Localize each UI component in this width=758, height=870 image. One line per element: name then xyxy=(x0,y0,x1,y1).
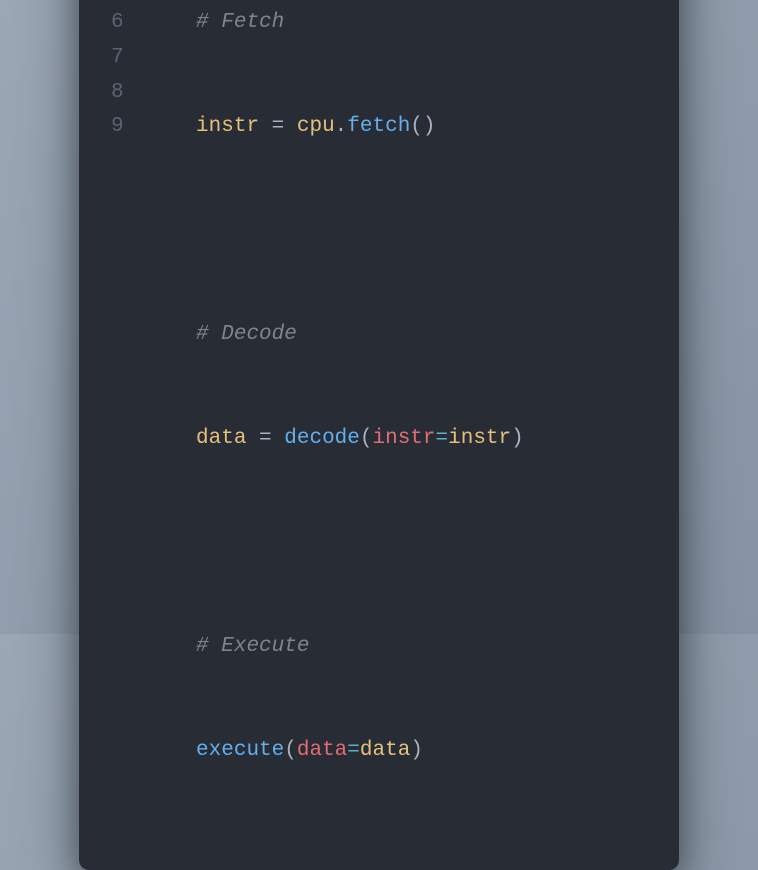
token-punct: = xyxy=(246,427,284,450)
indent xyxy=(146,115,196,138)
code-line: execute(data=data) xyxy=(146,734,524,769)
line-number: 8 xyxy=(111,76,124,111)
indent xyxy=(146,739,196,762)
indent xyxy=(146,11,196,34)
line-number: 6 xyxy=(111,6,124,41)
code-line xyxy=(146,526,524,561)
indent xyxy=(146,427,196,450)
line-number: 7 xyxy=(111,41,124,76)
code-area: 1 2 3 4 5 6 7 8 9 while not cpu.finished… xyxy=(111,0,647,838)
token-punct: . xyxy=(335,115,348,138)
code-line: # Fetch xyxy=(146,6,524,41)
token-operator: = xyxy=(436,427,449,450)
code-editor-window: 1 2 3 4 5 6 7 8 9 while not cpu.finished… xyxy=(79,0,679,870)
code-line xyxy=(146,214,524,249)
token-param: data xyxy=(297,739,347,762)
token-variable: data xyxy=(360,739,410,762)
token-variable: data xyxy=(196,427,246,450)
token-punct: = xyxy=(259,115,297,138)
token-comment: # Execute xyxy=(196,635,309,658)
indent xyxy=(146,323,196,346)
token-comment: # Decode xyxy=(196,323,297,346)
token-function: fetch xyxy=(347,115,410,138)
code-content[interactable]: while not cpu.finished(): # Fetch instr … xyxy=(146,0,524,838)
code-line: instr = cpu.fetch() xyxy=(146,110,524,145)
token-punct: ) xyxy=(511,427,524,450)
token-comment: # Fetch xyxy=(196,11,284,34)
code-line: data = decode(instr=instr) xyxy=(146,422,524,457)
token-variable: cpu xyxy=(297,115,335,138)
code-line: # Decode xyxy=(146,318,524,353)
token-function: execute xyxy=(196,739,284,762)
token-punct: ) xyxy=(410,739,423,762)
token-param: instr xyxy=(373,427,436,450)
line-number-gutter: 1 2 3 4 5 6 7 8 9 xyxy=(111,0,146,838)
token-punct: ( xyxy=(360,427,373,450)
token-function: decode xyxy=(284,427,360,450)
token-operator: = xyxy=(347,739,360,762)
token-punct: ( xyxy=(284,739,297,762)
code-line: # Execute xyxy=(146,630,524,665)
token-punct: () xyxy=(410,115,435,138)
indent xyxy=(146,635,196,658)
token-variable: instr xyxy=(196,115,259,138)
token-variable: instr xyxy=(448,427,511,450)
line-number: 9 xyxy=(111,110,124,145)
